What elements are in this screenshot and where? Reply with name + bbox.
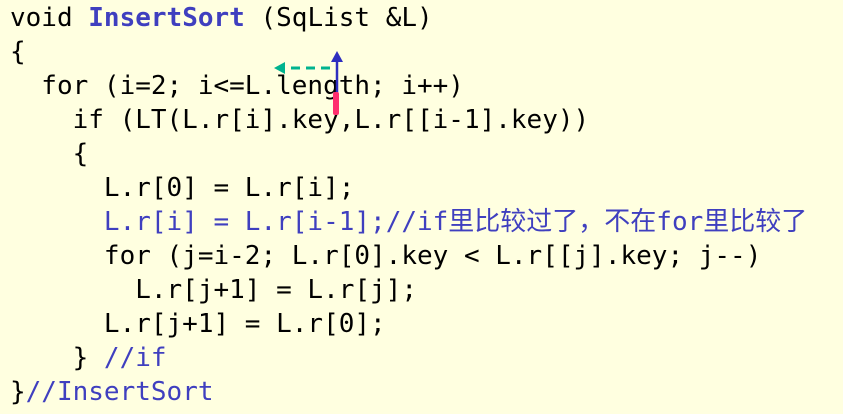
code-line-1: void InsertSort (SqList &L) xyxy=(10,1,433,35)
code-line-9: L.r[j+1] = L.r[j]; xyxy=(10,275,417,305)
code-keyword-void: void xyxy=(10,3,89,33)
code-line-10: L.r[j+1] = L.r[0]; xyxy=(10,309,386,339)
code-line-12: }//InsertSort xyxy=(10,375,214,409)
code-line-12-brace: } xyxy=(10,377,26,407)
code-line-7-statement: L.r[i] = L.r[i-1]; xyxy=(10,207,386,237)
code-line-11: } //if xyxy=(10,341,167,375)
code-line-11-brace: } xyxy=(10,343,104,373)
code-line-12-comment: //InsertSort xyxy=(25,377,214,407)
code-line-3: for (i=2; i<=L.length; i++) xyxy=(10,71,464,101)
code-line-6: L.r[0] = L.r[i]; xyxy=(10,173,355,203)
code-line-2: { xyxy=(10,37,26,67)
code-line-8: for (j=i-2; L.r[0].key < L.r[[j].key; j-… xyxy=(10,241,762,271)
code-line-11-comment: //if xyxy=(103,343,167,373)
function-name: InsertSort xyxy=(88,3,245,33)
function-params: (SqList &L) xyxy=(244,3,433,33)
code-line-4: if (LT(L.r[i].key,L.r[[i-1].key)) xyxy=(10,105,590,135)
code-line-7: L.r[i] = L.r[i-1];//if里比较过了，不在for里比较了 xyxy=(10,205,807,239)
code-line-5: { xyxy=(10,139,89,169)
code-line-7-comment: //if里比较过了，不在for里比较了 xyxy=(385,207,808,237)
